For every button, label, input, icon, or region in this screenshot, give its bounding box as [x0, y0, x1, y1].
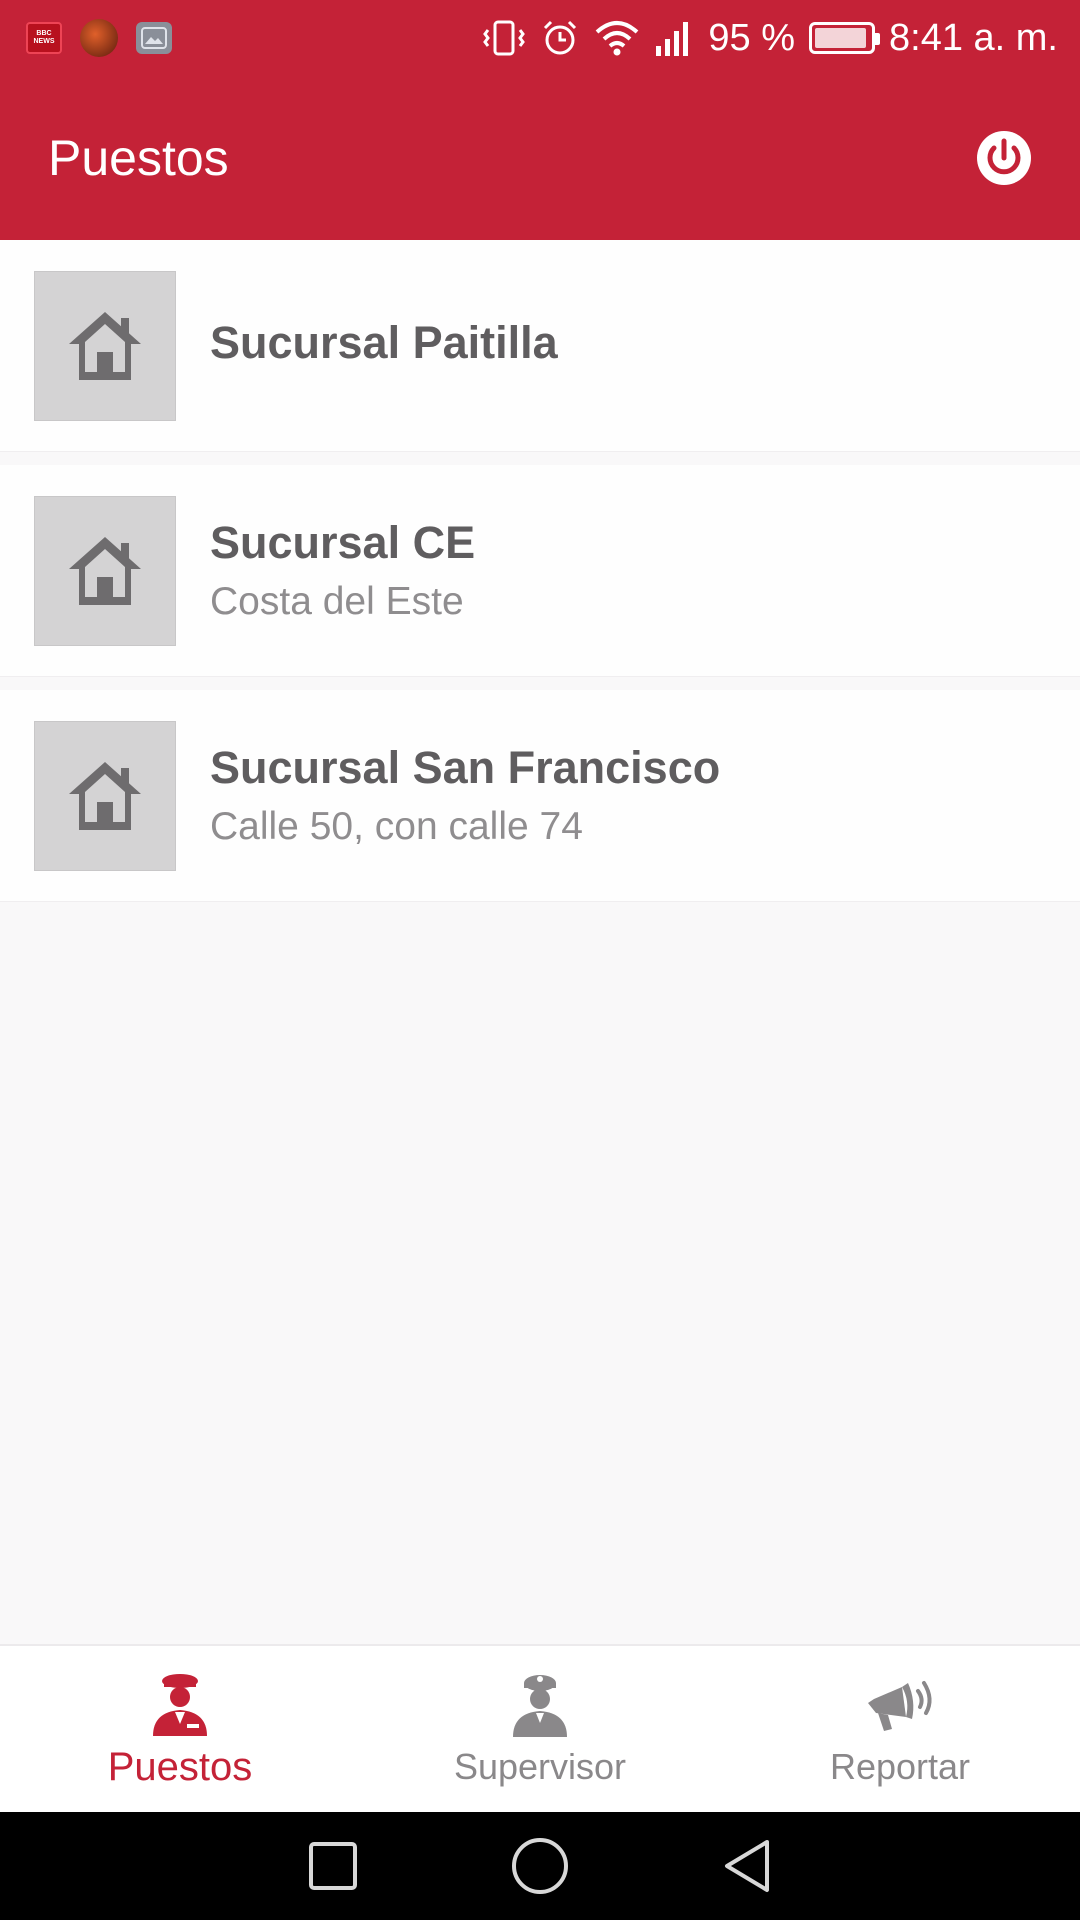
- back-button[interactable]: [717, 1836, 777, 1896]
- item-subtitle: Calle 50, con calle 74: [210, 804, 583, 848]
- supervisor-icon: [500, 1670, 580, 1740]
- item-text: Sucursal San Francisco Calle 50, con cal…: [210, 740, 720, 852]
- nav-tab-puestos[interactable]: Puestos: [0, 1646, 360, 1812]
- item-thumbnail: [34, 720, 176, 871]
- recents-icon: [309, 1842, 358, 1890]
- bbc-news-icon: BBC NEWS: [26, 22, 62, 54]
- puestos-list: Sucursal Paitilla Sucursal CE Costa del …: [0, 240, 1080, 915]
- signal-icon: [654, 18, 694, 58]
- nav-tab-supervisor[interactable]: Supervisor: [360, 1646, 720, 1812]
- item-subtitle: Costa del Este: [210, 579, 464, 623]
- nav-label: Supervisor: [453, 1746, 627, 1787]
- nav-label: Reportar: [829, 1746, 971, 1787]
- battery-icon: [809, 22, 881, 54]
- notification-area: BBC NEWS: [26, 19, 172, 57]
- list-item[interactable]: Sucursal Paitilla: [0, 240, 1080, 452]
- home-button[interactable]: [510, 1836, 570, 1896]
- gallery-icon: [136, 22, 172, 54]
- home-icon: [69, 311, 141, 380]
- megaphone-icon: [860, 1670, 940, 1740]
- clock: 8:41 a. m.: [889, 16, 1058, 59]
- list-item[interactable]: Sucursal CE Costa del Este: [0, 465, 1080, 677]
- home-circle-icon: [511, 1838, 568, 1894]
- avatar-notification-icon: [80, 19, 118, 57]
- item-title: Sucursal Paitilla: [210, 316, 558, 368]
- alarm-icon: [540, 18, 580, 58]
- status-bar: BBC NEWS 95 % 8:41 a. m.: [0, 0, 1080, 76]
- guard-icon: [140, 1669, 220, 1739]
- system-status-area: 95 % 8:41 a. m.: [482, 17, 1058, 60]
- item-thumbnail: [34, 495, 176, 646]
- home-icon: [69, 536, 141, 605]
- item-title: Sucursal CE: [210, 516, 476, 568]
- item-thumbnail: [34, 270, 176, 421]
- item-text: Sucursal Paitilla: [210, 315, 558, 377]
- item-text: Sucursal CE Costa del Este: [210, 515, 475, 627]
- bbc-news-logo-text: BBC NEWS: [33, 30, 55, 45]
- logout-button[interactable]: [972, 126, 1036, 190]
- system-navigation-bar: [0, 1812, 1080, 1920]
- app-bar: Puestos: [0, 76, 1080, 240]
- list-item[interactable]: Sucursal San Francisco Calle 50, con cal…: [0, 690, 1080, 902]
- wifi-icon: [594, 18, 640, 58]
- bottom-navigation: Puestos Supervisor Reportar: [0, 1644, 1080, 1812]
- home-icon: [69, 761, 141, 830]
- screen: BBC NEWS 95 % 8:41 a. m. Puestos Sucursa…: [0, 0, 1080, 1920]
- battery-percent: 95 %: [708, 16, 796, 59]
- page-title: Puestos: [48, 130, 229, 186]
- vibrate-icon: [482, 18, 526, 58]
- nav-label: Puestos: [107, 1744, 253, 1789]
- nav-tab-reportar[interactable]: Reportar: [720, 1646, 1080, 1812]
- item-title: Sucursal San Francisco: [210, 741, 721, 793]
- back-triangle-icon: [724, 1840, 769, 1892]
- power-icon: [977, 131, 1031, 185]
- recents-button[interactable]: [303, 1836, 363, 1896]
